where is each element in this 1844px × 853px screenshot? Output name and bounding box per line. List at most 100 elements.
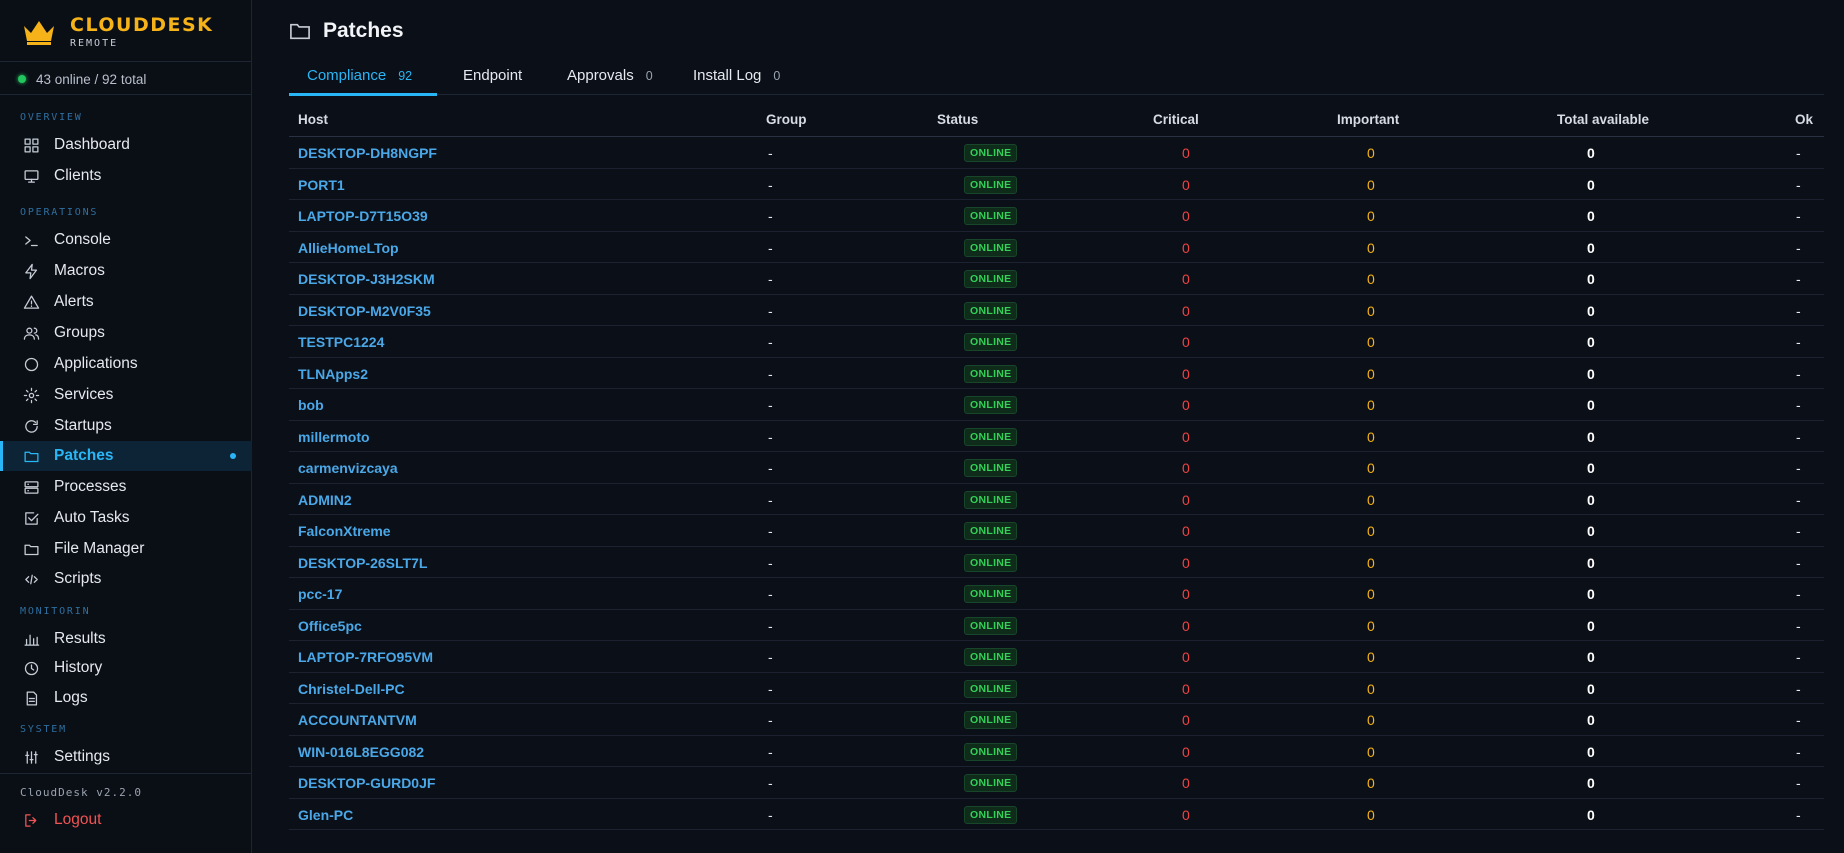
table-row[interactable]: FalconXtreme - ONLINE 0 0 0 - (289, 515, 1824, 547)
table-row[interactable]: Office5pc - ONLINE 0 0 0 - (289, 610, 1824, 641)
tab-endpoint[interactable]: Endpoint (463, 62, 522, 95)
column-header-host[interactable]: Host (298, 112, 328, 127)
sidebar-item-logs[interactable]: Logs (0, 683, 252, 713)
online-dot-icon (18, 75, 26, 83)
table-row[interactable]: bob - ONLINE 0 0 0 - (289, 389, 1824, 421)
ok-cell: - (1796, 554, 1801, 571)
sidebar-item-patches[interactable]: Patches (0, 441, 252, 471)
column-header-status[interactable]: Status (937, 112, 978, 127)
host-link[interactable]: millermoto (298, 429, 370, 445)
host-link[interactable]: DESKTOP-M2V0F35 (298, 303, 431, 319)
host-link[interactable]: FalconXtreme (298, 523, 391, 539)
group-cell: - (768, 271, 773, 287)
sidebar: CLOUDDESK REMOTE 43 online / 92 total OV… (0, 0, 252, 853)
sidebar-item-results[interactable]: Results (0, 624, 252, 654)
logout-label: Logout (54, 811, 102, 828)
column-header-group[interactable]: Group (766, 112, 807, 127)
sidebar-item-processes[interactable]: Processes (0, 472, 252, 502)
sidebar-item-alerts[interactable]: Alerts (0, 287, 252, 317)
sidebar-item-dashboard[interactable]: Dashboard (0, 130, 252, 160)
circle-icon (22, 355, 40, 373)
column-header-important[interactable]: Important (1337, 112, 1399, 127)
ok-cell: - (1796, 775, 1801, 791)
tab-approvals[interactable]: Approvals 0 (567, 62, 653, 95)
host-link[interactable]: DESKTOP-DH8NGPF (298, 145, 437, 161)
sidebar-item-groups[interactable]: Groups (0, 318, 252, 348)
group-cell: - (768, 334, 773, 350)
host-link[interactable]: DESKTOP-26SLT7L (298, 555, 427, 571)
sidebar-item-history[interactable]: History (0, 653, 252, 683)
host-link[interactable]: AllieHomeLTop (298, 240, 399, 256)
table-row[interactable]: Glen-PC - ONLINE 0 0 0 - (289, 799, 1824, 830)
active-indicator-icon (230, 453, 236, 459)
host-link[interactable]: TLNApps2 (298, 366, 368, 382)
column-header-critical[interactable]: Critical (1153, 112, 1199, 127)
ok-cell: - (1796, 397, 1801, 413)
table-row[interactable]: DESKTOP-J3H2SKM - ONLINE 0 0 0 - (289, 263, 1824, 295)
table-row[interactable]: TLNApps2 - ONLINE 0 0 0 - (289, 358, 1824, 389)
critical-count: 0 (1182, 271, 1190, 287)
host-link[interactable]: ADMIN2 (298, 492, 352, 508)
sidebar-item-auto-tasks[interactable]: Auto Tasks (0, 503, 252, 533)
host-link[interactable]: DESKTOP-J3H2SKM (298, 271, 435, 287)
column-header-total[interactable]: Total available (1557, 112, 1649, 127)
table-row[interactable]: ADMIN2 - ONLINE 0 0 0 - (289, 484, 1824, 515)
table-row[interactable]: pcc-17 - ONLINE 0 0 0 - (289, 578, 1824, 610)
table-row[interactable]: millermoto - ONLINE 0 0 0 - (289, 421, 1824, 452)
sidebar-item-services[interactable]: Services (0, 380, 252, 410)
total-available-count: 0 (1587, 523, 1595, 539)
host-link[interactable]: LAPTOP-D7T15O39 (298, 208, 428, 224)
sidebar-item-file-manager[interactable]: File Manager (0, 534, 252, 564)
sidebar-item-settings[interactable]: Settings (0, 742, 252, 772)
table-row[interactable]: WIN-016L8EGG082 - ONLINE 0 0 0 - (289, 736, 1824, 767)
important-count: 0 (1367, 460, 1375, 476)
ok-cell: - (1796, 806, 1801, 823)
table-row[interactable]: DESKTOP-26SLT7L - ONLINE 0 0 0 - (289, 547, 1824, 578)
checkbox-icon (22, 509, 40, 527)
sidebar-item-startups[interactable]: Startups (0, 411, 252, 441)
host-link[interactable]: PORT1 (298, 177, 345, 193)
host-link[interactable]: WIN-016L8EGG082 (298, 744, 424, 760)
tab-install-log[interactable]: Install Log 0 (693, 62, 780, 95)
table-row[interactable]: PORT1 - ONLINE 0 0 0 - (289, 169, 1824, 200)
column-header-ok[interactable]: Ok (1795, 112, 1813, 127)
table-row[interactable]: LAPTOP-D7T15O39 - ONLINE 0 0 0 - (289, 200, 1824, 232)
tab-compliance[interactable]: Compliance 92 (289, 62, 437, 96)
table-row[interactable]: DESKTOP-M2V0F35 - ONLINE 0 0 0 - (289, 295, 1824, 326)
tab-label: Endpoint (463, 67, 523, 84)
table-row[interactable]: LAPTOP-7RFO95VM - ONLINE 0 0 0 - (289, 641, 1824, 673)
host-link[interactable]: pcc-17 (298, 586, 342, 602)
group-cell: - (768, 712, 773, 728)
table-row[interactable]: DESKTOP-GURD0JF - ONLINE 0 0 0 - (289, 767, 1824, 799)
sidebar-item-macros[interactable]: Macros (0, 256, 252, 286)
important-count: 0 (1367, 365, 1375, 382)
status-badge: ONLINE (964, 270, 1018, 288)
patch-compliance-table: Host Group Status Critical Important Tot… (289, 106, 1824, 830)
table-row[interactable]: AllieHomeLTop - ONLINE 0 0 0 - (289, 232, 1824, 263)
host-link[interactable]: Office5pc (298, 618, 362, 634)
host-link[interactable]: carmenvizcaya (298, 460, 398, 476)
tab-count: 0 (773, 69, 781, 83)
sidebar-item-clients[interactable]: Clients (0, 161, 252, 191)
logout-button[interactable]: Logout (0, 805, 252, 835)
host-link[interactable]: Christel-Dell-PC (298, 681, 405, 697)
document-icon (22, 689, 40, 707)
host-link[interactable]: LAPTOP-7RFO95VM (298, 649, 433, 665)
host-link[interactable]: bob (298, 397, 324, 413)
host-link[interactable]: TESTPC1224 (298, 334, 384, 350)
table-row[interactable]: DESKTOP-DH8NGPF - ONLINE 0 0 0 - (289, 137, 1824, 169)
clock-icon (22, 659, 40, 677)
table-row[interactable]: TESTPC1224 - ONLINE 0 0 0 - (289, 326, 1824, 358)
status-badge: ONLINE (964, 459, 1018, 477)
table-row[interactable]: Christel-Dell-PC - ONLINE 0 0 0 - (289, 673, 1824, 704)
table-row[interactable]: carmenvizcaya - ONLINE 0 0 0 - (289, 452, 1824, 484)
sidebar-item-console[interactable]: Console (0, 225, 252, 255)
sidebar-item-scripts[interactable]: Scripts (0, 564, 252, 594)
sidebar-item-applications[interactable]: Applications (0, 349, 252, 379)
brand-logo[interactable]: CLOUDDESK REMOTE (22, 12, 213, 52)
group-cell: - (768, 554, 773, 571)
table-row[interactable]: ACCOUNTANTVM - ONLINE 0 0 0 - (289, 704, 1824, 736)
host-link[interactable]: Glen-PC (298, 807, 353, 823)
host-link[interactable]: ACCOUNTANTVM (298, 712, 417, 728)
host-link[interactable]: DESKTOP-GURD0JF (298, 775, 435, 791)
